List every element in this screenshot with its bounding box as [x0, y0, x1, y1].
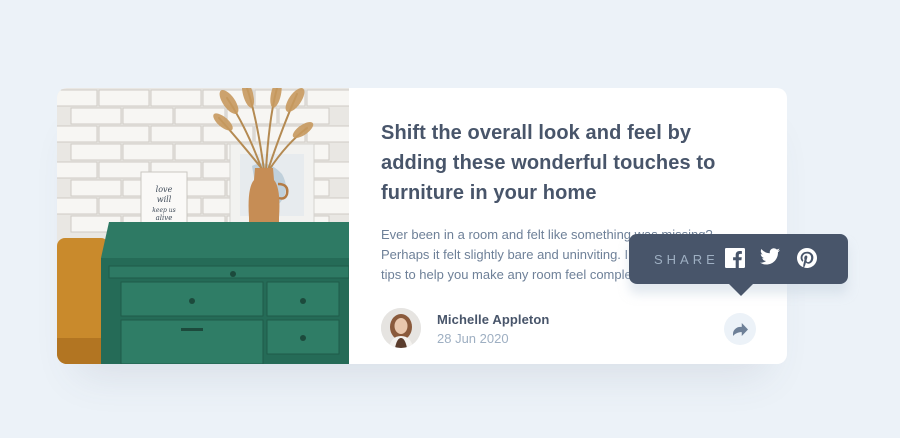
- author-row: Michelle Appleton 28 Jun 2020: [381, 308, 756, 348]
- svg-text:alive: alive: [156, 214, 173, 222]
- twitter-icon[interactable]: [760, 248, 782, 270]
- article-content: Shift the overall look and feel by addin…: [381, 88, 761, 364]
- svg-text:love: love: [156, 185, 173, 194]
- share-tooltip: SHARE: [629, 234, 848, 296]
- article-title[interactable]: Shift the overall look and feel by addin…: [381, 118, 741, 208]
- svg-text:keep us: keep us: [152, 207, 175, 214]
- avatar: [381, 308, 421, 348]
- pinterest-icon[interactable]: [797, 248, 819, 270]
- article-card: love will keep us alive Shift the overal…: [57, 88, 787, 364]
- share-button[interactable]: [724, 313, 756, 345]
- publish-date: 28 Jun 2020: [437, 331, 509, 346]
- svg-text:will: will: [157, 195, 172, 204]
- facebook-icon[interactable]: [725, 248, 747, 270]
- share-label: SHARE: [654, 252, 719, 267]
- author-name: Michelle Appleton: [437, 312, 550, 327]
- hero-image: love will keep us alive: [57, 88, 349, 364]
- share-icon: [732, 322, 748, 336]
